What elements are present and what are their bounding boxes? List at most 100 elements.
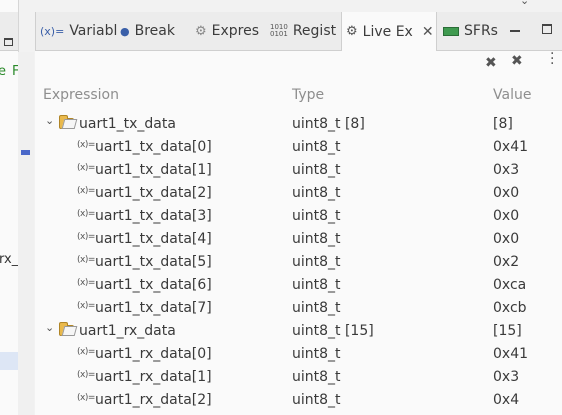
minimize-icon[interactable] — [510, 30, 520, 32]
expression-type: uint8_t — [292, 208, 341, 224]
live-expression-icon: ⚙ — [346, 24, 358, 39]
expression-value: 0xcb — [493, 300, 527, 316]
variable-icon: (x)= — [77, 370, 95, 380]
variable-icon: (x)= — [77, 163, 95, 173]
tab-sfrs[interactable]: SFRs — [443, 12, 498, 50]
tab-label: SFRs — [464, 23, 498, 39]
expression-type: uint8_t [15] — [292, 323, 374, 339]
expression-value: 0x4 — [493, 392, 520, 408]
variable-icon: (x)= — [77, 255, 95, 265]
expression-name: uart1_tx_data[7] — [95, 300, 212, 316]
expression-type: uint8_t — [292, 346, 341, 362]
variable-icon: (x)= — [77, 140, 95, 150]
tree-child-row[interactable]: (x)= uart1_rx_data[2] uint8_t 0x4 — [35, 389, 562, 412]
tree-parent-row[interactable]: ⌄ uart1_rx_data uint8_t [15] [15] — [35, 320, 562, 343]
breakpoint-icon: ● — [120, 24, 130, 38]
live-expressions-view: ✖ ✖ · · · Expression Type Value ⌄ uart1_tx_… — [35, 47, 562, 415]
variable-icon: (x)= — [77, 393, 95, 403]
array-folder-icon — [59, 322, 74, 336]
variable-icon: (x)= — [77, 347, 95, 357]
expression-value: 0x3 — [493, 162, 520, 178]
editor-scrollbar[interactable] — [18, 52, 34, 415]
expression-value: [15] — [493, 323, 522, 339]
expression-name: uart1_rx_data[1] — [95, 369, 212, 385]
expression-value: 0x41 — [493, 139, 529, 155]
expression-value: 0x41 — [493, 346, 529, 362]
variable-icon: (x)= — [77, 301, 95, 311]
editor-text-fragment: rx_ — [0, 252, 19, 267]
column-header-type[interactable]: Type — [292, 87, 324, 103]
tree-child-row[interactable]: (x)= uart1_tx_data[0] uint8_t 0x41 — [35, 136, 562, 159]
remove-selected-icon[interactable]: ✖ — [485, 55, 497, 71]
variable-icon: (x)= — [40, 24, 65, 38]
expression-name: uart1_tx_data[5] — [95, 254, 212, 270]
column-header-value[interactable]: Value — [493, 87, 531, 103]
expression-value: 0x2 — [493, 254, 520, 270]
tree-child-row[interactable]: (x)= uart1_tx_data[1] uint8_t 0x3 — [35, 159, 562, 182]
tree-parent-row[interactable]: ⌄ uart1_tx_data uint8_t [8] [8] — [35, 113, 562, 136]
remove-all-icon[interactable]: ✖ — [511, 53, 523, 69]
maximize-icon[interactable] — [4, 38, 13, 46]
close-icon[interactable]: ✕ — [422, 24, 434, 40]
editor-text-fragment: e — [0, 64, 6, 79]
tab-label: Live Ex — [362, 23, 413, 40]
expression-name: uart1_tx_data[2] — [95, 185, 212, 201]
view-tab-bar: (x)= Variabl ● Break ⚙ Expres 1010 0101 R… — [35, 12, 562, 51]
expression-type: uint8_t — [292, 185, 341, 201]
expression-icon: ⚙ — [195, 23, 207, 39]
expression-type: uint8_t — [292, 254, 341, 270]
register-icon: 1010 0101 — [270, 23, 288, 38]
tree-child-row[interactable]: (x)= uart1_tx_data[5] uint8_t 0x2 — [35, 251, 562, 274]
expression-value: [8] — [493, 116, 513, 132]
tree-child-row[interactable]: (x)= uart1_rx_data[0] uint8_t 0x41 — [35, 343, 562, 366]
expression-value: 0x0 — [493, 185, 520, 201]
tree-child-row[interactable]: (x)= uart1_tx_data[6] uint8_t 0xca — [35, 274, 562, 297]
chevron-down-icon[interactable]: ⌄ — [45, 321, 54, 334]
array-folder-icon — [59, 115, 74, 129]
expression-name: uart1_rx_data — [79, 323, 176, 339]
tab-registers[interactable]: 1010 0101 Regist — [270, 12, 336, 50]
expression-name: uart1_tx_data[1] — [95, 162, 212, 178]
expression-type: uint8_t — [292, 231, 341, 247]
expression-type: uint8_t — [292, 300, 341, 316]
view-menu-icon[interactable]: · · · — [550, 47, 554, 71]
tree-child-row[interactable]: (x)= uart1_tx_data[7] uint8_t 0xcb — [35, 297, 562, 320]
expression-value: 0x0 — [493, 231, 520, 247]
tab-breakpoints[interactable]: ● Break — [120, 12, 175, 50]
expression-name: uart1_tx_data[6] — [95, 277, 212, 293]
tab-label: Regist — [292, 23, 337, 39]
tree-child-row[interactable]: (x)= uart1_tx_data[2] uint8_t 0x0 — [35, 182, 562, 205]
expression-type: uint8_t — [292, 277, 341, 293]
tree-child-row[interactable]: (x)= uart1_tx_data[4] uint8_t 0x0 — [35, 228, 562, 251]
column-header-expression[interactable]: Expression — [43, 87, 119, 103]
expression-name: uart1_tx_data[4] — [95, 231, 212, 247]
expression-name: uart1_rx_data[2] — [95, 392, 212, 408]
expression-value: 0xca — [493, 277, 527, 293]
variable-icon: (x)= — [77, 209, 95, 219]
expression-name: uart1_rx_data[0] — [95, 346, 212, 362]
tab-label: Expres — [211, 23, 260, 39]
variable-icon: (x)= — [77, 232, 95, 242]
expression-name: uart1_tx_data[3] — [95, 208, 212, 224]
maximize-icon[interactable] — [542, 24, 552, 34]
expression-type: uint8_t — [292, 139, 341, 155]
variable-icon: (x)= — [77, 278, 95, 288]
tree-child-row[interactable]: (x)= uart1_tx_data[3] uint8_t 0x0 — [35, 205, 562, 228]
overview-ruler-marker[interactable] — [21, 150, 30, 155]
tab-label: Break — [134, 23, 175, 39]
expression-name: uart1_tx_data[0] — [95, 139, 212, 155]
tab-live-expressions[interactable]: ⚙ Live Ex ✕ — [341, 12, 437, 51]
expression-value: 0x3 — [493, 369, 520, 385]
tab-variables[interactable]: (x)= Variabl — [40, 12, 117, 50]
expression-type: uint8_t — [292, 369, 341, 385]
chevron-down-icon[interactable]: ⌄ — [45, 114, 54, 127]
expression-type: uint8_t — [292, 162, 341, 178]
editor-pane-edge: e F rx_ — [0, 0, 19, 415]
sfr-icon — [443, 26, 459, 36]
tab-label: Variabl — [69, 23, 118, 39]
tree-child-row[interactable]: (x)= uart1_rx_data[1] uint8_t 0x3 — [35, 366, 562, 389]
expression-name: uart1_tx_data — [79, 116, 176, 132]
chevron-down-icon[interactable]: ⌄ — [520, 0, 529, 7]
tab-expressions[interactable]: ⚙ Expres — [195, 12, 259, 50]
expression-value: 0x0 — [493, 208, 520, 224]
